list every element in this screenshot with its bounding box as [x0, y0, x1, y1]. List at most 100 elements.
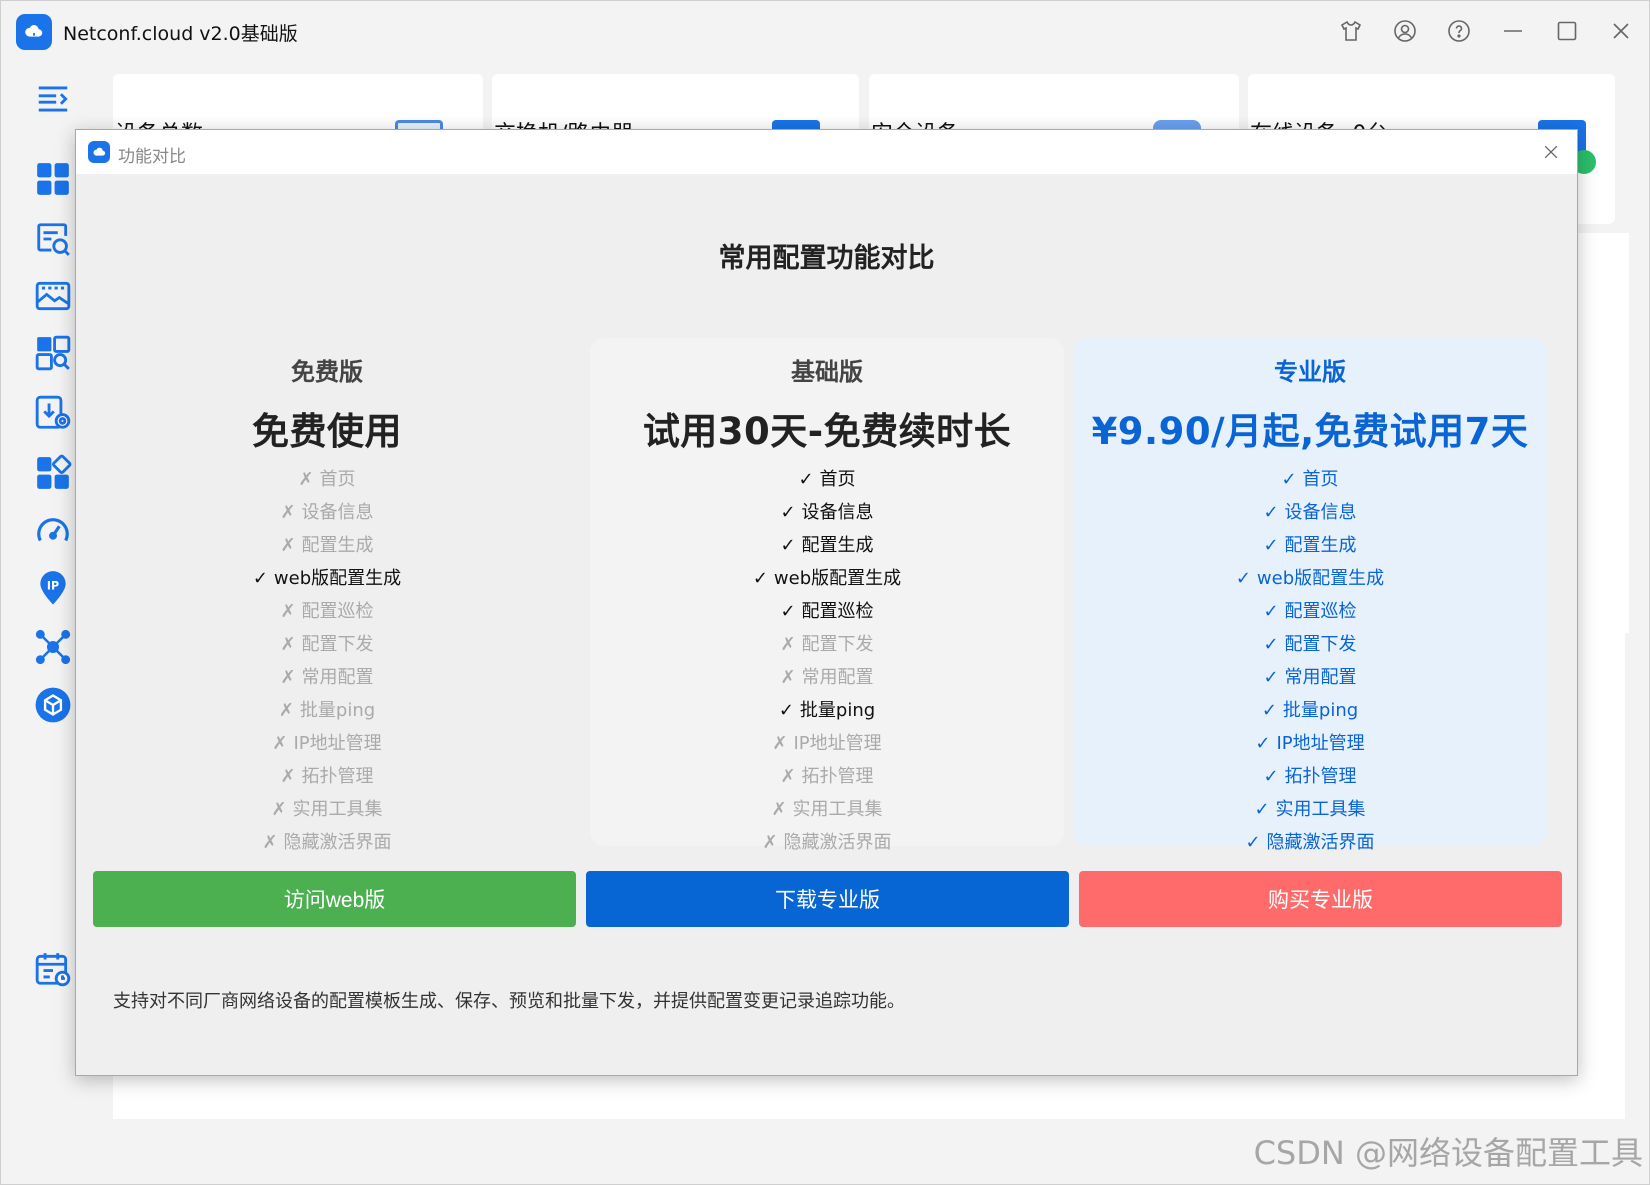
cross-mark-icon: ✗ — [762, 832, 778, 853]
feature-item: ✓ 配置生成 — [1073, 529, 1547, 562]
dashboard-grid-icon[interactable] — [33, 159, 73, 199]
topology-icon[interactable] — [33, 627, 73, 667]
plan-price: ¥9.90/月起,免费试用7天 — [1091, 410, 1529, 453]
close-icon[interactable] — [1605, 15, 1637, 47]
feature-label: 隐藏激活界面 — [283, 832, 392, 853]
feature-label: web版配置生成 — [1256, 568, 1385, 589]
feature-label: 配置巡检 — [1284, 601, 1357, 622]
feature-item: ✗ 实用工具集 — [590, 793, 1064, 826]
feature-label: 隐藏激活界面 — [1266, 832, 1375, 853]
check-mark-icon: ✓ — [1263, 667, 1279, 688]
cross-mark-icon: ✗ — [280, 502, 296, 523]
feature-item: ✗ 拓扑管理 — [90, 760, 564, 793]
dialog-close-icon[interactable] — [1539, 140, 1563, 164]
device-search-icon[interactable] — [33, 219, 73, 259]
feature-item: ✓ web版配置生成 — [90, 562, 564, 595]
feature-item: ✗ 配置下发 — [590, 628, 1064, 661]
feature-item: ✓ 隐藏激活界面 — [1073, 826, 1547, 859]
cross-mark-icon: ✗ — [780, 634, 796, 655]
feature-item: ✓ IP地址管理 — [1073, 727, 1547, 760]
dialog-titlebar: 功能对比 — [76, 130, 1577, 174]
content-panel — [1579, 233, 1629, 633]
image-gallery-icon[interactable] — [33, 276, 73, 316]
feature-item: ✓ 配置下发 — [1073, 628, 1547, 661]
menu-collapse-icon[interactable] — [33, 79, 73, 119]
feature-label: 常用配置 — [1284, 667, 1357, 688]
feature-item: ✓ 首页 — [590, 463, 1064, 496]
feature-item: ✗ 常用配置 — [90, 661, 564, 694]
feature-item: ✓ 实用工具集 — [1073, 793, 1547, 826]
config-search-icon[interactable] — [33, 333, 73, 373]
feature-label: 配置生成 — [1284, 535, 1357, 556]
cross-mark-icon: ✗ — [280, 535, 296, 556]
check-mark-icon: ✓ — [1261, 700, 1277, 721]
feature-label: IP地址管理 — [1276, 733, 1365, 754]
skin-shirt-icon[interactable] — [1335, 15, 1367, 47]
check-mark-icon: ✓ — [1263, 766, 1279, 787]
feature-label: 实用工具集 — [292, 799, 383, 820]
feature-label: 配置巡检 — [301, 601, 374, 622]
feature-label: 批量ping — [799, 700, 876, 721]
minimize-icon[interactable] — [1497, 15, 1529, 47]
download-pro-button[interactable]: 下载专业版 — [586, 871, 1069, 927]
plan-pro: 专业版 ¥9.90/月起,免费试用7天 ✓ 首页 ✓ 设备信息 ✓ 配置生成 ✓ web版配置… — [1073, 338, 1547, 853]
check-mark-icon: ✓ — [1263, 634, 1279, 655]
check-mark-icon: ✓ — [1255, 733, 1271, 754]
feature-label: 配置巡检 — [801, 601, 874, 622]
check-mark-icon: ✓ — [798, 469, 814, 490]
cross-mark-icon: ✗ — [280, 667, 296, 688]
maximize-icon[interactable] — [1551, 15, 1583, 47]
apps-icon[interactable] — [33, 453, 73, 493]
feature-item: ✓ 设备信息 — [590, 496, 1064, 529]
plan-price: 试用30天-免费续时长 — [642, 410, 1012, 453]
check-mark-icon: ✓ — [252, 568, 268, 589]
feature-label: web版配置生成 — [273, 568, 402, 589]
feature-item: ✗ 设备信息 — [90, 496, 564, 529]
feature-label: 拓扑管理 — [301, 766, 374, 787]
watermark: CSDN @网络设备配置工具 — [1253, 1134, 1643, 1172]
check-mark-icon: ✓ — [1245, 832, 1261, 853]
cross-mark-icon: ✗ — [298, 469, 314, 490]
buy-pro-button[interactable]: 购买专业版 — [1079, 871, 1562, 927]
feature-item: ✗ 实用工具集 — [90, 793, 564, 826]
feature-item: ✗ IP地址管理 — [590, 727, 1064, 760]
titlebar: Netconf.cloud v2.0基础版 — [1, 1, 1649, 61]
cross-mark-icon: ✗ — [280, 766, 296, 787]
feature-item: ✓ web版配置生成 — [1073, 562, 1547, 595]
feature-item: ✗ 首页 — [90, 463, 564, 496]
cross-mark-icon: ✗ — [772, 733, 788, 754]
feature-label: 批量ping — [1282, 700, 1359, 721]
feature-item: ✓ 拓扑管理 — [1073, 760, 1547, 793]
feature-item: ✓ 配置巡检 — [590, 595, 1064, 628]
plan-name: 基础版 — [791, 358, 863, 386]
feature-label: 拓扑管理 — [801, 766, 874, 787]
feature-label: 配置生成 — [301, 535, 374, 556]
feature-item: ✗ 隐藏激活界面 — [590, 826, 1064, 859]
feature-list: ✓ 首页 ✓ 设备信息 ✓ 配置生成 ✓ web版配置生成 ✓ 配置巡检 ✓ 配置下发 ✓ 常用配置 ✓ 批量… — [1073, 463, 1547, 859]
toolbox-icon[interactable] — [33, 685, 73, 725]
config-deploy-icon[interactable] — [33, 393, 73, 433]
plan-free: 免费版 免费使用 ✗ 首页 ✗ 设备信息 ✗ 配置生成 ✓ web版配置生成 ✗ 配置巡检 ✗ 配置下… — [90, 338, 564, 853]
check-mark-icon: ✓ — [1263, 502, 1279, 523]
gauge-icon[interactable] — [33, 511, 73, 551]
feature-item: ✓ 首页 — [1073, 463, 1547, 496]
feature-item: ✓ 批量ping — [1073, 694, 1547, 727]
feature-compare-dialog: 功能对比 常用配置功能对比 免费版 免费使用 ✗ 首页 ✗ 设备信息 ✗ 配置生成 ✓ web… — [75, 129, 1578, 1076]
cross-mark-icon: ✗ — [780, 766, 796, 787]
visit-web-button[interactable]: 访问web版 — [93, 871, 576, 927]
feature-label: 设备信息 — [801, 502, 874, 523]
calendar-icon[interactable] — [33, 949, 73, 989]
user-account-icon[interactable] — [1389, 15, 1421, 47]
svg-text:IP: IP — [47, 579, 59, 592]
feature-item: ✗ 常用配置 — [590, 661, 1064, 694]
feature-label: 隐藏激活界面 — [783, 832, 892, 853]
cross-mark-icon: ✗ — [278, 700, 294, 721]
feature-label: 首页 — [1302, 469, 1339, 490]
feature-label: 配置下发 — [301, 634, 374, 655]
help-icon[interactable] — [1443, 15, 1475, 47]
check-mark-icon: ✓ — [780, 502, 796, 523]
feature-label: 设备信息 — [1284, 502, 1357, 523]
feature-label: 批量ping — [299, 700, 376, 721]
ip-location-icon[interactable]: IP — [33, 567, 73, 607]
cloud-logo-icon — [16, 14, 52, 50]
